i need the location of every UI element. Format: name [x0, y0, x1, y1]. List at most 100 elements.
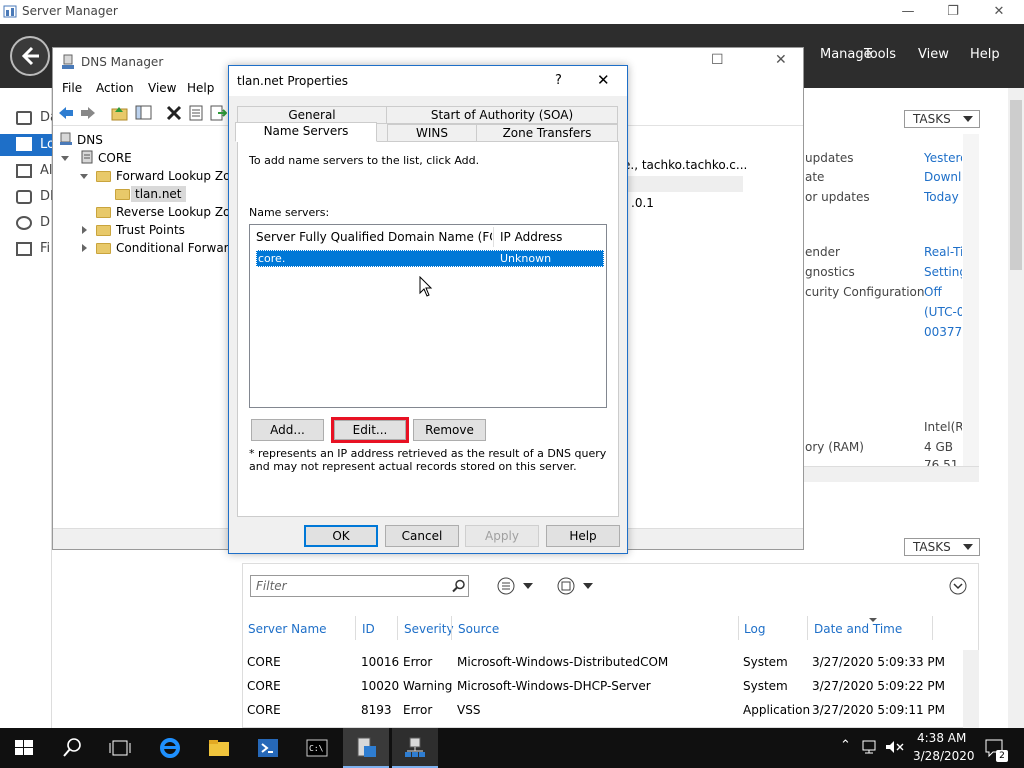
properties-h-scrollbar[interactable]: [804, 466, 979, 482]
events-filter-input[interactable]: Filter: [250, 575, 469, 597]
prop-value-6[interactable]: Off: [924, 285, 962, 299]
show-hidden-icons[interactable]: ⌃: [840, 738, 851, 753]
dns-manager-icon[interactable]: [403, 736, 427, 760]
network-icon[interactable]: [861, 739, 879, 755]
dialog-close-icon[interactable]: ✕: [597, 71, 610, 89]
expand-icon[interactable]: [949, 577, 967, 595]
remove-button[interactable]: Remove: [413, 419, 486, 441]
clock-date[interactable]: 3/28/2020: [913, 749, 975, 763]
nav-dhcp[interactable]: DI: [40, 189, 52, 209]
file-explorer-icon[interactable]: [207, 736, 231, 760]
mouse-cursor-icon: [419, 276, 433, 297]
server-manager-icon[interactable]: [354, 736, 378, 760]
back-button[interactable]: [10, 36, 50, 76]
table-row[interactable]: CORE 10020 Warning Microsoft-Windows-DHC…: [243, 676, 963, 698]
task-view-icon[interactable]: [108, 736, 132, 760]
up-folder-icon[interactable]: [111, 104, 129, 122]
page-scrollbar-thumb[interactable]: [1010, 100, 1022, 270]
col-source[interactable]: Source: [458, 622, 499, 636]
nav-dashboard[interactable]: Da: [40, 110, 52, 130]
tree-trust-points[interactable]: Trust Points: [116, 223, 185, 237]
col-date-time[interactable]: Date and Time: [814, 622, 902, 636]
dns-maximize-icon[interactable]: ☐: [711, 52, 724, 68]
table-row[interactable]: CORE 8193 Error VSS Application 3/27/202…: [243, 700, 963, 722]
close-icon[interactable]: ✕: [984, 2, 1014, 22]
ns-ip-cell: Unknown: [500, 252, 552, 265]
tree-zone-tlan[interactable]: tlan.net: [131, 186, 186, 202]
prop-value-5[interactable]: Setting: [924, 265, 962, 279]
properties-scrollbar[interactable]: [963, 134, 979, 466]
help-icon[interactable]: ?: [555, 73, 562, 88]
nav-file-services[interactable]: Fi: [40, 241, 52, 261]
tree-forward-lookup[interactable]: Forward Lookup Zon: [116, 169, 231, 183]
help-button[interactable]: Help: [546, 525, 620, 547]
tab-name-servers[interactable]: Name Servers: [235, 122, 377, 142]
tree-reverse-lookup[interactable]: Reverse Lookup Zone: [116, 205, 231, 219]
table-row[interactable]: CORE 10016 Error Microsoft-Windows-Distr…: [243, 652, 963, 674]
delete-icon[interactable]: [165, 104, 183, 122]
windows-start-icon[interactable]: [12, 736, 36, 760]
export-list-icon[interactable]: [209, 104, 227, 122]
menu-help[interactable]: Help: [970, 47, 1000, 62]
prop-value-8[interactable]: 00377-: [924, 325, 962, 339]
col-log[interactable]: Log: [744, 622, 765, 636]
dns-menu-file[interactable]: File: [62, 81, 82, 95]
show-hide-tree-icon[interactable]: [135, 104, 153, 122]
edit-button[interactable]: Edit...: [334, 420, 406, 440]
file-services-icon: [16, 242, 32, 256]
dns-menu-action[interactable]: Action: [96, 81, 134, 95]
add-button[interactable]: Add...: [251, 419, 324, 441]
col-server-name[interactable]: Server Name: [248, 622, 327, 636]
prop-value-4[interactable]: Real-Ti: [924, 245, 962, 259]
forward-arrow-icon[interactable]: [79, 104, 97, 122]
search-icon[interactable]: [452, 579, 466, 593]
apply-button[interactable]: Apply: [465, 525, 539, 547]
back-arrow-icon[interactable]: [57, 104, 75, 122]
clock-time[interactable]: 4:38 AM: [917, 731, 966, 745]
events-scrollbar[interactable]: [963, 650, 979, 728]
expand-caret-icon[interactable]: [80, 174, 88, 179]
nav-local-server[interactable]: Lo: [40, 137, 52, 157]
ok-button[interactable]: OK: [304, 525, 378, 547]
col-severity[interactable]: Severity: [404, 622, 454, 636]
maximize-icon[interactable]: ❐: [938, 2, 968, 22]
list-item[interactable]: core. Unknown: [256, 250, 604, 267]
menu-view[interactable]: View: [918, 47, 949, 62]
name-servers-list[interactable]: Server Fully Qualified Domain Name (FQDN…: [249, 224, 607, 408]
tasks-button-top[interactable]: TASKS: [904, 110, 980, 128]
collapsed-caret-icon[interactable]: [82, 244, 87, 252]
tree-conditional-forwarders[interactable]: Conditional Forwarde: [116, 241, 231, 255]
cancel-button[interactable]: Cancel: [385, 525, 459, 547]
nav-dns[interactable]: D: [40, 215, 52, 235]
tree-dns-root[interactable]: DNS: [77, 133, 103, 147]
tasks-button-events[interactable]: TASKS: [904, 538, 980, 556]
prop-value-3[interactable]: Today a: [924, 190, 962, 204]
tab-wins[interactable]: WINS: [387, 124, 477, 142]
col-fqdn[interactable]: Server Fully Qualified Domain Name (FQDN…: [256, 226, 492, 248]
properties-icon[interactable]: [187, 104, 205, 122]
internet-explorer-icon[interactable]: [158, 736, 182, 760]
prop-value-2[interactable]: Downlo: [924, 170, 962, 184]
nav-all-servers[interactable]: Al: [40, 163, 52, 183]
list-options-icon[interactable]: [497, 577, 535, 595]
dns-menu-view[interactable]: View: [148, 81, 176, 95]
dns-close-icon[interactable]: ✕: [775, 52, 787, 68]
menu-tools[interactable]: Tools: [864, 47, 896, 62]
col-ip[interactable]: IP Address: [500, 226, 562, 248]
expand-caret-icon[interactable]: [61, 156, 69, 161]
tree-server-core[interactable]: CORE: [98, 151, 132, 165]
powershell-icon[interactable]: [256, 736, 280, 760]
volume-muted-icon[interactable]: [884, 739, 906, 755]
collapsed-caret-icon[interactable]: [82, 226, 87, 234]
col-id[interactable]: ID: [362, 622, 375, 636]
save-query-icon[interactable]: [557, 577, 595, 595]
minimize-icon[interactable]: —: [893, 2, 923, 22]
prop-value-7[interactable]: (UTC-0: [924, 305, 962, 319]
prop-value-1[interactable]: Yesterd: [924, 151, 962, 165]
server-manager-titlebar: [0, 0, 1024, 24]
tab-soa[interactable]: Start of Authority (SOA): [386, 106, 618, 124]
dns-menu-help[interactable]: Help: [187, 81, 214, 95]
tab-zone-transfers[interactable]: Zone Transfers: [476, 124, 618, 142]
command-prompt-icon[interactable]: C:\: [305, 736, 329, 760]
search-icon[interactable]: [60, 736, 84, 760]
